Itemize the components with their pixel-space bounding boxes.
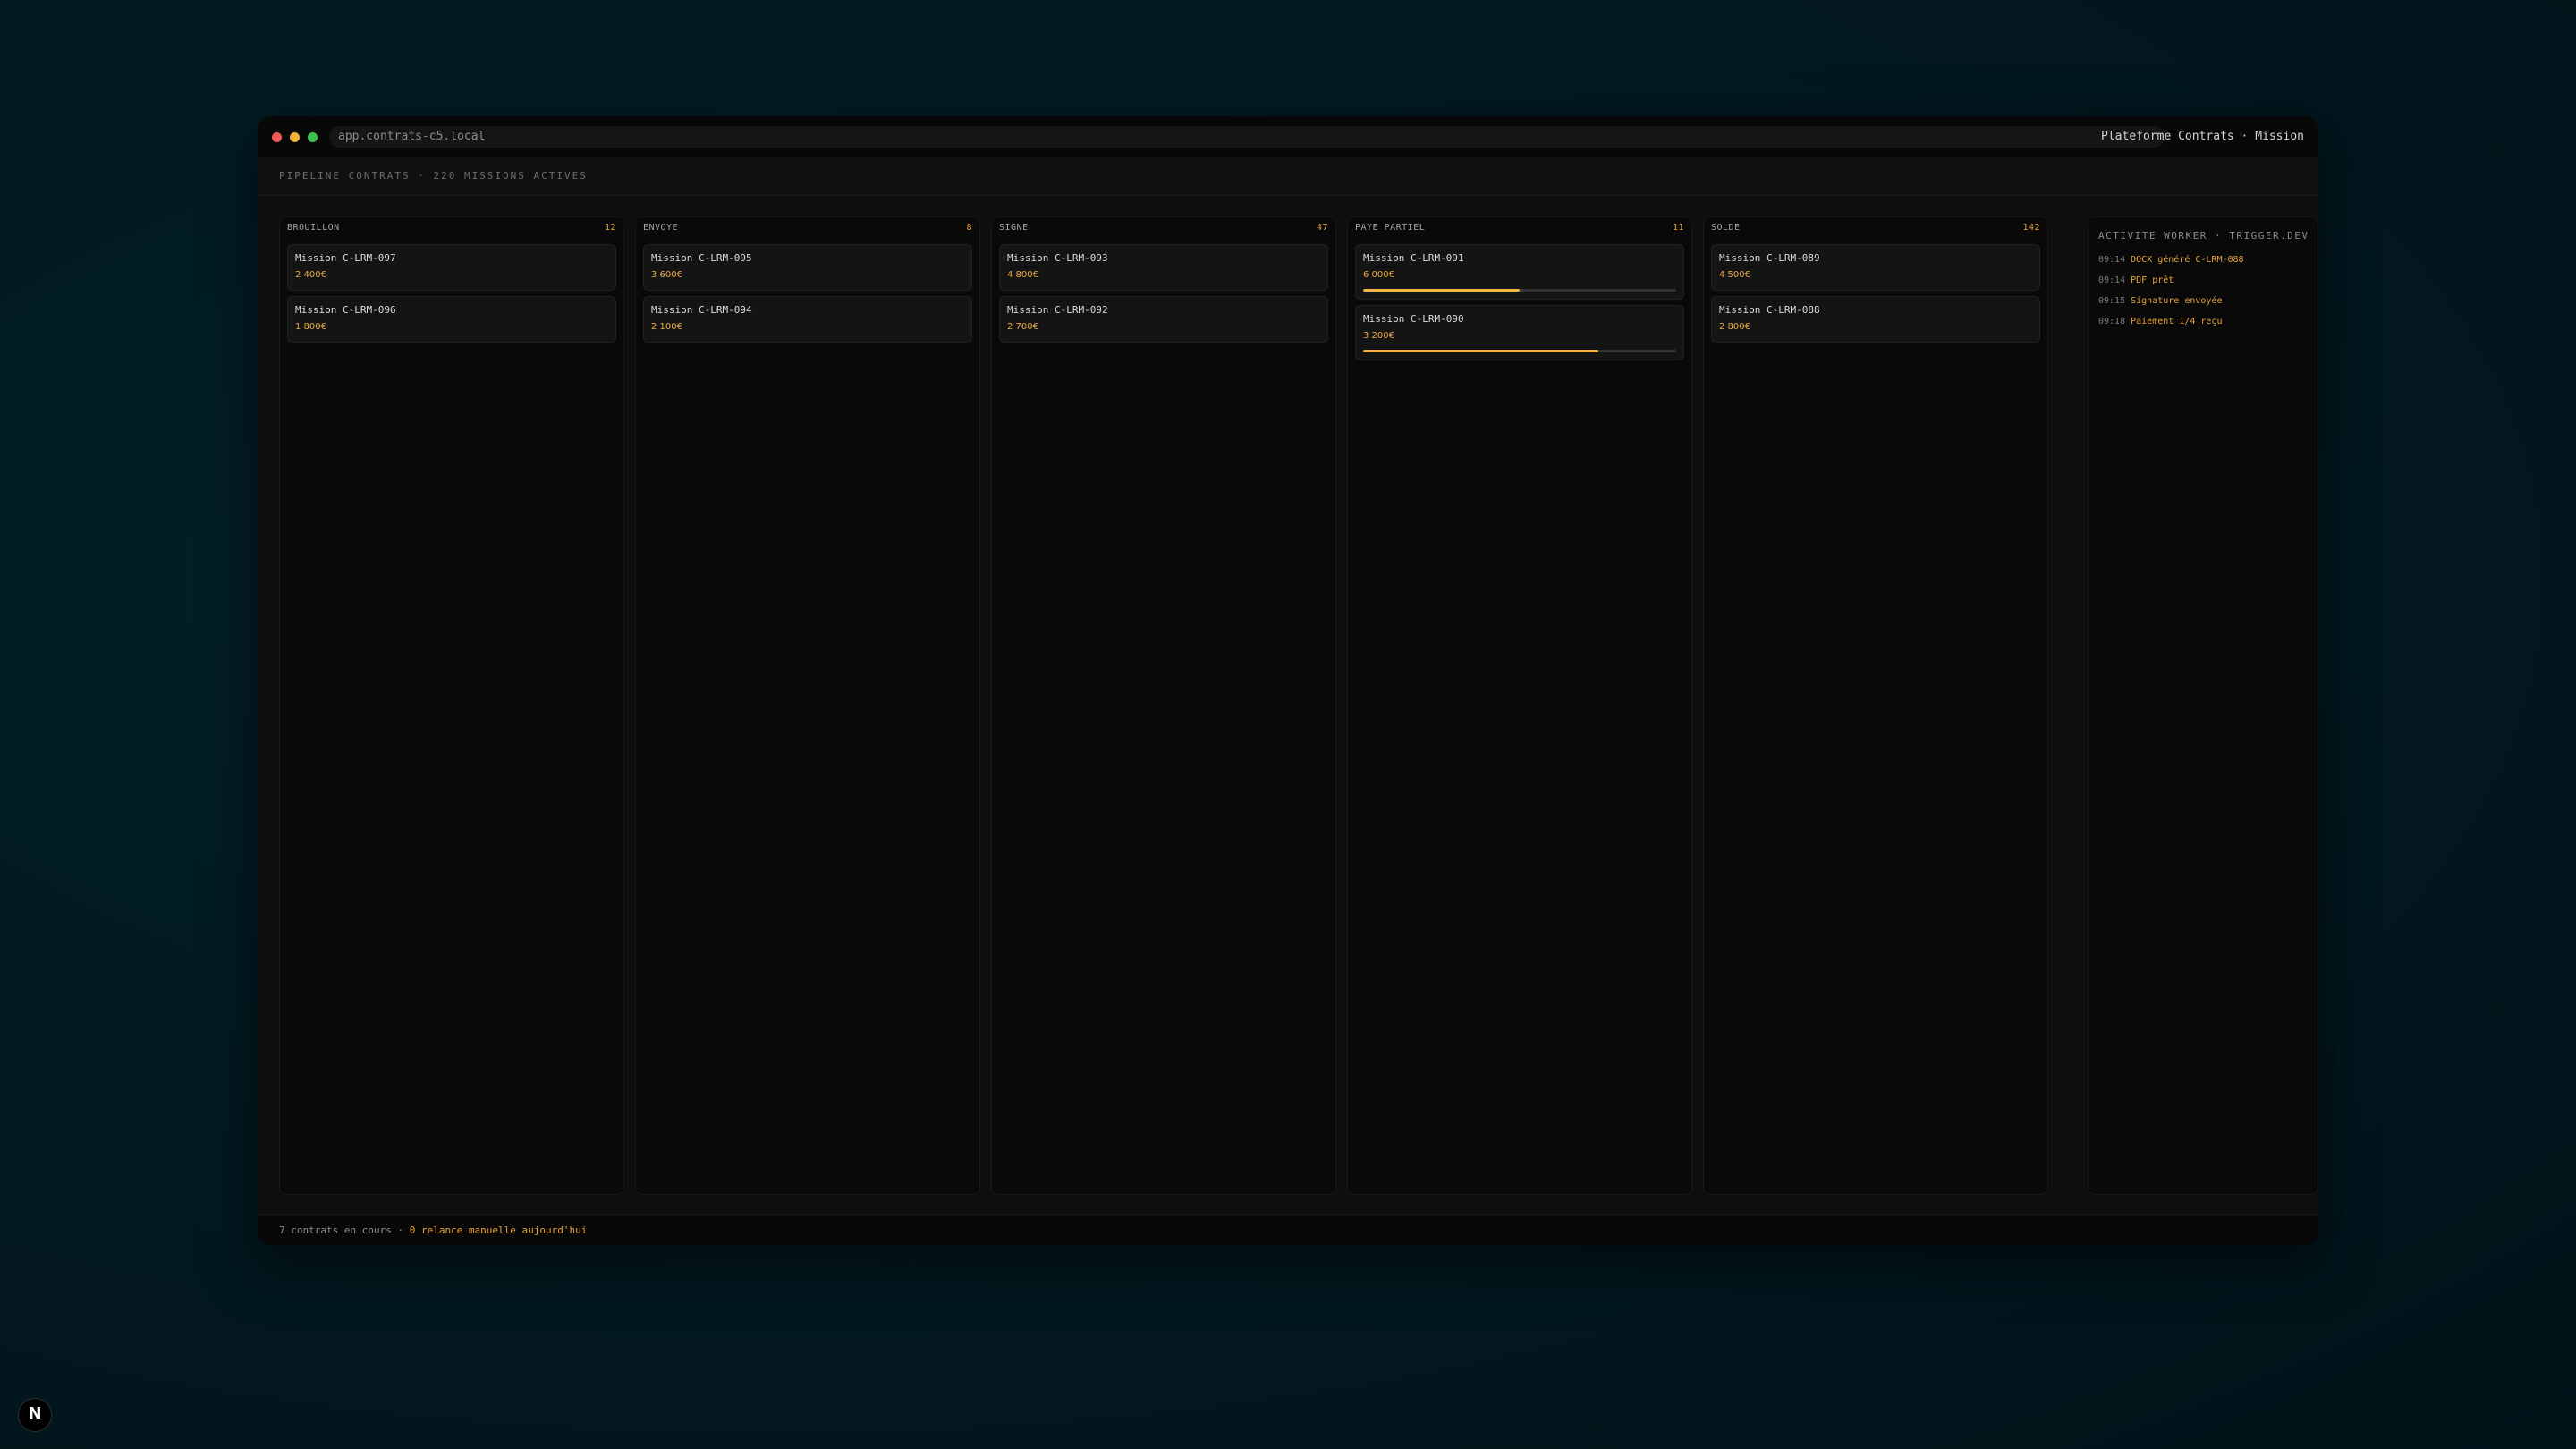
card-amount: 4 500€ bbox=[1719, 270, 1750, 280]
activity-message: Paiement 1/4 reçu bbox=[2131, 317, 2223, 326]
activity-time: 09:14 bbox=[2098, 275, 2126, 285]
card-amount: 2 400€ bbox=[295, 270, 326, 280]
activity-message: PDF prêt bbox=[2131, 275, 2174, 285]
window-title: Plateforme Contrats · Mission bbox=[2101, 130, 2304, 143]
payment-progress-bar bbox=[1363, 350, 1676, 352]
card-title: Mission C-LRM-092 bbox=[1007, 304, 1108, 316]
column-title: ENVOYE bbox=[643, 223, 679, 233]
column-envoye: ENVOYE 8 Mission C-LRM-095 3 600€ Missio… bbox=[635, 216, 980, 1195]
app-window: app.contrats-c5.local Plateforme Contrat… bbox=[258, 116, 2318, 1245]
column-header: BROUILLON 12 bbox=[287, 223, 616, 239]
page-title: PIPELINE CONTRATS · 220 MISSIONS ACTIVES bbox=[279, 170, 588, 182]
card-title: Mission C-LRM-091 bbox=[1363, 252, 1464, 264]
column-title: BROUILLON bbox=[287, 223, 340, 233]
activity-item: 09:15 Signature envoyée bbox=[2098, 296, 2222, 306]
maximize-window-button[interactable] bbox=[308, 132, 318, 142]
column-count: 47 bbox=[1316, 223, 1328, 233]
activity-time: 09:15 bbox=[2098, 296, 2126, 306]
card-amount: 2 800€ bbox=[1719, 322, 1750, 332]
payment-progress-bar bbox=[1363, 289, 1676, 292]
activity-message: DOCX généré C-LRM-088 bbox=[2131, 255, 2244, 265]
progress-fill bbox=[1363, 350, 1598, 352]
mission-card[interactable]: Mission C-LRM-089 4 500€ bbox=[1711, 244, 2040, 291]
column-header: ENVOYE 8 bbox=[643, 223, 972, 239]
minimize-window-button[interactable] bbox=[290, 132, 300, 142]
card-title: Mission C-LRM-097 bbox=[295, 252, 396, 264]
column-count: 12 bbox=[604, 223, 616, 233]
status-bar: 7 contrats en cours · 0 relance manuelle… bbox=[258, 1214, 2318, 1245]
column-title: SOLDE bbox=[1711, 223, 1741, 233]
mission-card[interactable]: Mission C-LRM-095 3 600€ bbox=[643, 244, 972, 291]
card-amount: 6 000€ bbox=[1363, 270, 1394, 280]
card-amount: 2 700€ bbox=[1007, 322, 1038, 332]
mission-card[interactable]: Mission C-LRM-092 2 700€ bbox=[999, 296, 1328, 343]
column-paye-partiel: PAYE PARTIEL 11 Mission C-LRM-091 6 000€… bbox=[1347, 216, 1692, 1195]
card-title: Mission C-LRM-088 bbox=[1719, 304, 1820, 316]
mission-card[interactable]: Mission C-LRM-088 2 800€ bbox=[1711, 296, 2040, 343]
status-summary: 7 contrats en cours · bbox=[279, 1224, 410, 1236]
activity-time: 09:18 bbox=[2098, 317, 2126, 326]
mission-card[interactable]: Mission C-LRM-094 2 100€ bbox=[643, 296, 972, 343]
card-amount: 2 100€ bbox=[651, 322, 682, 332]
column-count: 8 bbox=[966, 223, 972, 233]
column-count: 142 bbox=[2022, 223, 2040, 233]
column-title: PAYE PARTIEL bbox=[1355, 223, 1426, 233]
mission-card[interactable]: Mission C-LRM-093 4 800€ bbox=[999, 244, 1328, 291]
column-header: PAYE PARTIEL 11 bbox=[1355, 223, 1684, 239]
activity-title: ACTIVITE WORKER · TRIGGER.DEV bbox=[2098, 230, 2309, 242]
mission-card[interactable]: Mission C-LRM-096 1 800€ bbox=[287, 296, 616, 343]
card-amount: 3 600€ bbox=[651, 270, 682, 280]
card-title: Mission C-LRM-096 bbox=[295, 304, 396, 316]
activity-item: 09:14 DOCX généré C-LRM-088 bbox=[2098, 255, 2244, 265]
n-logo-icon[interactable]: N bbox=[18, 1398, 52, 1432]
card-title: Mission C-LRM-089 bbox=[1719, 252, 1820, 264]
card-title: Mission C-LRM-094 bbox=[651, 304, 752, 316]
card-amount: 4 800€ bbox=[1007, 270, 1038, 280]
activity-item: 09:18 Paiement 1/4 reçu bbox=[2098, 317, 2222, 326]
mission-card[interactable]: Mission C-LRM-097 2 400€ bbox=[287, 244, 616, 291]
title-bar: app.contrats-c5.local Plateforme Contrat… bbox=[258, 116, 2318, 158]
column-brouillon: BROUILLON 12 Mission C-LRM-097 2 400€ Mi… bbox=[279, 216, 624, 1195]
page-header: PIPELINE CONTRATS · 220 MISSIONS ACTIVES bbox=[258, 157, 2318, 196]
card-amount: 1 800€ bbox=[295, 322, 326, 332]
column-solde: SOLDE 142 Mission C-LRM-089 4 500€ Missi… bbox=[1703, 216, 2048, 1195]
activity-time: 09:14 bbox=[2098, 255, 2126, 265]
address-bar[interactable]: app.contrats-c5.local bbox=[329, 126, 2165, 148]
close-window-button[interactable] bbox=[272, 132, 282, 142]
column-count: 11 bbox=[1672, 223, 1684, 233]
card-title: Mission C-LRM-090 bbox=[1363, 313, 1464, 325]
activity-message: Signature envoyée bbox=[2131, 296, 2223, 306]
column-title: SIGNE bbox=[999, 223, 1029, 233]
column-header: SOLDE 142 bbox=[1711, 223, 2040, 239]
status-text: 7 contrats en cours · 0 relance manuelle… bbox=[279, 1224, 587, 1236]
column-header: SIGNE 47 bbox=[999, 223, 1328, 239]
progress-fill bbox=[1363, 289, 1520, 292]
card-amount: 3 200€ bbox=[1363, 331, 1394, 341]
activity-panel: ACTIVITE WORKER · TRIGGER.DEV 09:14 DOCX … bbox=[2088, 216, 2318, 1195]
column-signe: SIGNE 47 Mission C-LRM-093 4 800€ Missio… bbox=[991, 216, 1336, 1195]
activity-item: 09:14 PDF prêt bbox=[2098, 275, 2174, 285]
card-title: Mission C-LRM-093 bbox=[1007, 252, 1108, 264]
mission-card[interactable]: Mission C-LRM-090 3 200€ bbox=[1355, 305, 1684, 360]
mission-card[interactable]: Mission C-LRM-091 6 000€ bbox=[1355, 244, 1684, 300]
status-highlight: 0 relance manuelle aujourd'hui bbox=[409, 1224, 588, 1236]
card-title: Mission C-LRM-095 bbox=[651, 252, 752, 264]
